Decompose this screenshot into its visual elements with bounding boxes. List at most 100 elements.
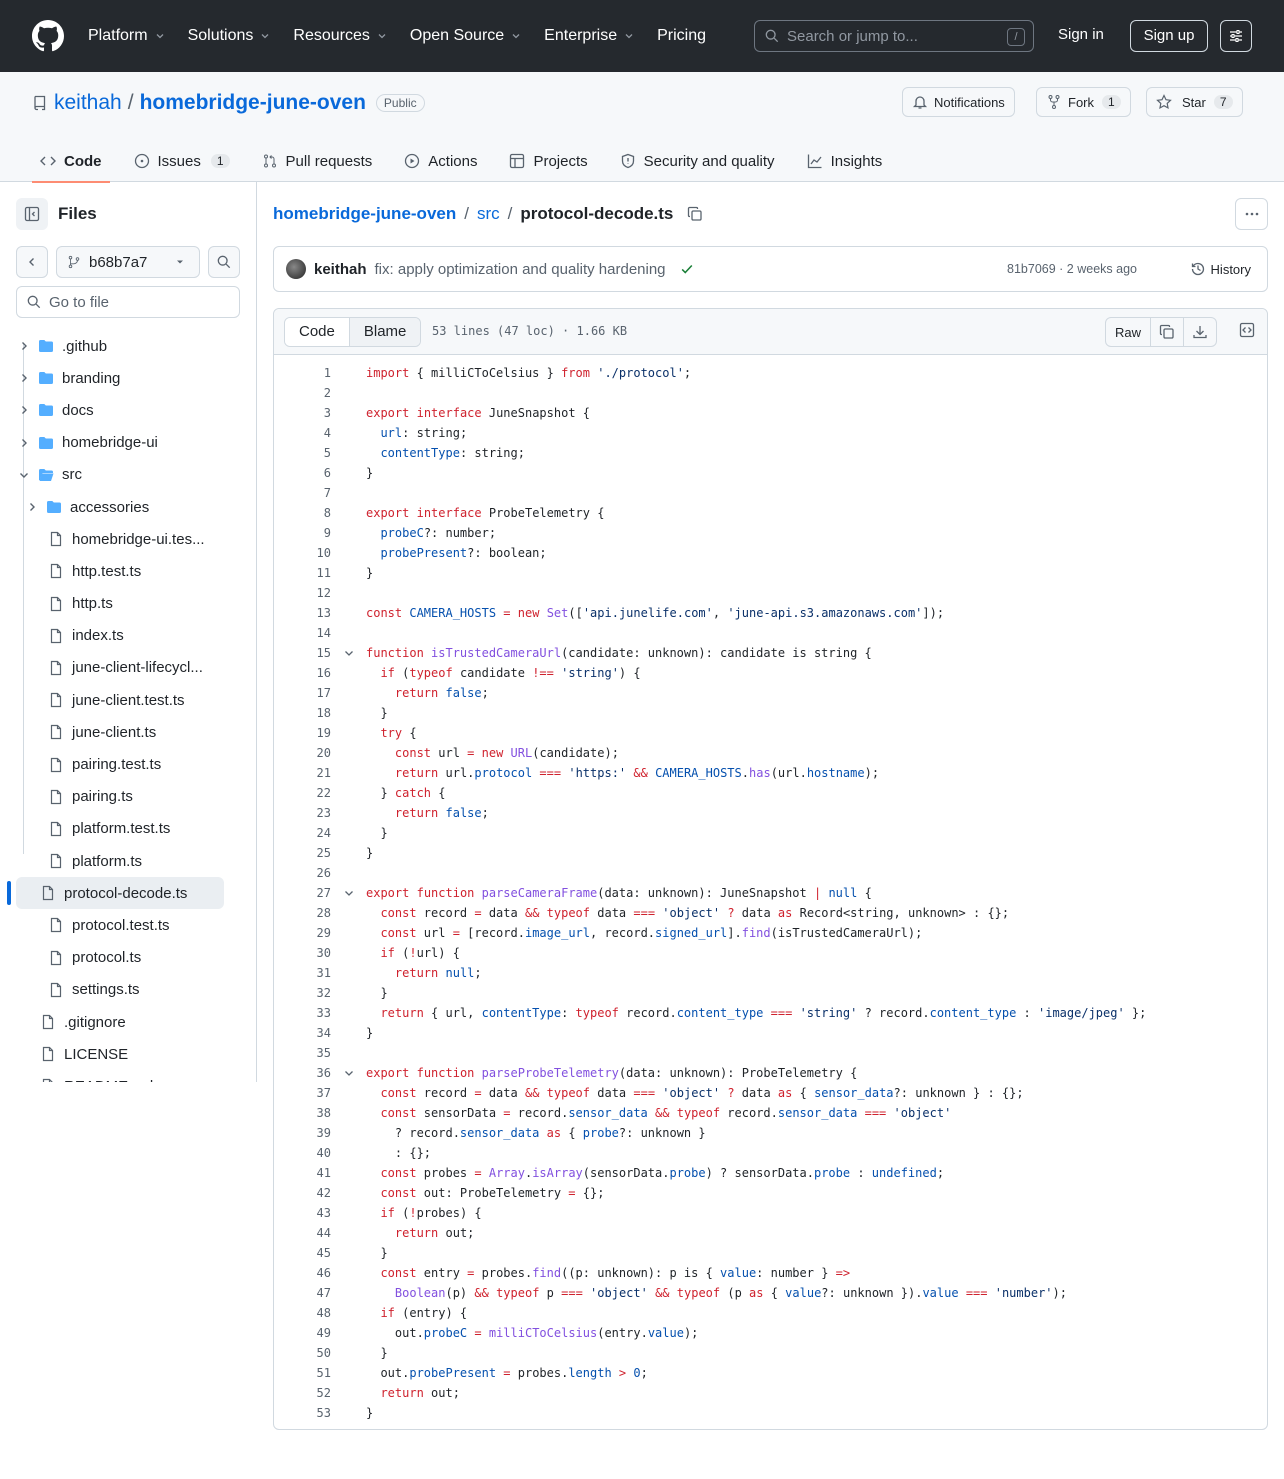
line-number[interactable]: 51	[274, 1363, 331, 1383]
line-number[interactable]: 21	[274, 763, 331, 783]
tab-pull-requests[interactable]: Pull requests	[254, 140, 381, 182]
line-number[interactable]: 43	[274, 1203, 331, 1223]
line-number[interactable]: 32	[274, 983, 331, 1003]
settings-menu-button[interactable]	[1220, 20, 1252, 52]
line-number[interactable]: 26	[274, 863, 331, 883]
line-number[interactable]: 37	[274, 1083, 331, 1103]
line-number[interactable]: 9	[274, 523, 331, 543]
line-number[interactable]: 41	[274, 1163, 331, 1183]
tree-item-readme-md[interactable]: README.md	[0, 1070, 256, 1082]
tab-projects[interactable]: Projects	[501, 140, 595, 182]
back-button[interactable]	[16, 246, 48, 278]
tab-insights[interactable]: Insights	[799, 140, 891, 182]
nav-platform[interactable]: Platform	[88, 27, 166, 45]
copy-path-button[interactable]	[687, 206, 703, 222]
nav-resources[interactable]: Resources	[293, 27, 387, 45]
line-number[interactable]: 29	[274, 923, 331, 943]
tree-item-accessories[interactable]: accessories	[0, 491, 256, 523]
fork-button[interactable]: Fork 1	[1036, 87, 1131, 117]
avatar[interactable]	[286, 259, 306, 279]
line-number[interactable]: 18	[274, 703, 331, 723]
code-view[interactable]: 1 import { milliCToCelsius } from './prot…	[274, 363, 1267, 1423]
line-number[interactable]: 14	[274, 623, 331, 643]
tree-item-pairing-ts[interactable]: pairing.ts	[0, 781, 256, 813]
chevron-right-icon[interactable]	[16, 404, 32, 416]
tree-item-index-ts[interactable]: index.ts	[0, 620, 256, 652]
line-number[interactable]: 44	[274, 1223, 331, 1243]
line-number[interactable]: 36	[274, 1063, 331, 1083]
breadcrumb-repo-link[interactable]: homebridge-june-oven	[273, 204, 456, 224]
line-number[interactable]: 53	[274, 1403, 331, 1423]
symbols-button[interactable]	[1239, 322, 1255, 338]
tree-item-protocol-ts[interactable]: protocol.ts	[0, 942, 256, 974]
fold-chevron-icon[interactable]	[331, 643, 366, 663]
line-number[interactable]: 40	[274, 1143, 331, 1163]
repo-name-link[interactable]: homebridge-june-oven	[140, 91, 366, 115]
line-number[interactable]: 8	[274, 503, 331, 523]
tab-code[interactable]: Code	[32, 140, 110, 183]
history-button[interactable]: History	[1190, 261, 1251, 277]
line-number[interactable]: 23	[274, 803, 331, 823]
line-number[interactable]: 30	[274, 943, 331, 963]
line-number[interactable]: 10	[274, 543, 331, 563]
line-number[interactable]: 19	[274, 723, 331, 743]
tree-item-june-client-test-ts[interactable]: june-client.test.ts	[0, 684, 256, 716]
nav-open-source[interactable]: Open Source	[410, 27, 522, 45]
line-number[interactable]: 6	[274, 463, 331, 483]
chevron-right-icon[interactable]	[24, 501, 40, 513]
line-number[interactable]: 50	[274, 1343, 331, 1363]
code-view-button[interactable]: Code	[285, 318, 350, 346]
line-number[interactable]: 22	[274, 783, 331, 803]
line-number[interactable]: 49	[274, 1323, 331, 1343]
line-number[interactable]: 46	[274, 1263, 331, 1283]
line-number[interactable]: 12	[274, 583, 331, 603]
line-number[interactable]: 1	[274, 363, 331, 383]
line-number[interactable]: 7	[274, 483, 331, 503]
line-number[interactable]: 17	[274, 683, 331, 703]
line-number[interactable]: 42	[274, 1183, 331, 1203]
line-number[interactable]: 52	[274, 1383, 331, 1403]
line-number[interactable]: 25	[274, 843, 331, 863]
blame-view-button[interactable]: Blame	[349, 318, 421, 346]
sign-up-button[interactable]: Sign up	[1130, 20, 1208, 52]
tree-item-license[interactable]: LICENSE	[0, 1038, 256, 1070]
fold-chevron-icon[interactable]	[331, 883, 366, 903]
line-number[interactable]: 27	[274, 883, 331, 903]
tree-item-protocol-test-ts[interactable]: protocol.test.ts	[0, 909, 256, 941]
chevron-down-icon[interactable]	[16, 469, 32, 481]
tree-item-homebridge-ui[interactable]: homebridge-ui	[0, 427, 256, 459]
line-number[interactable]: 15	[274, 643, 331, 663]
commit-meta[interactable]: 81b7069 · 2 weeks ago	[1007, 262, 1137, 276]
line-number[interactable]: 38	[274, 1103, 331, 1123]
commit-message[interactable]: fix: apply optimization and quality hard…	[375, 261, 666, 278]
tree-item-docs[interactable]: docs	[0, 394, 256, 426]
tree-item-protocol-decode-ts[interactable]: protocol-decode.ts	[7, 877, 224, 910]
github-logo-icon[interactable]	[32, 20, 64, 52]
tree-item-github[interactable]: .github	[0, 330, 256, 362]
raw-button[interactable]: Raw	[1106, 318, 1151, 346]
line-number[interactable]: 2	[274, 383, 331, 403]
tab-security[interactable]: Security and quality	[612, 140, 783, 182]
download-button[interactable]	[1184, 318, 1216, 346]
tab-actions[interactable]: Actions	[396, 140, 485, 182]
line-number[interactable]: 11	[274, 563, 331, 583]
copy-raw-button[interactable]	[1151, 318, 1184, 346]
tree-item-http-ts[interactable]: http.ts	[0, 588, 256, 620]
more-options-button[interactable]	[1235, 198, 1268, 230]
line-number[interactable]: 48	[274, 1303, 331, 1323]
line-number[interactable]: 39	[274, 1123, 331, 1143]
line-number[interactable]: 45	[274, 1243, 331, 1263]
tree-item-june-client-ts[interactable]: june-client.ts	[0, 716, 256, 748]
line-number[interactable]: 28	[274, 903, 331, 923]
tree-item-gitignore[interactable]: .gitignore	[0, 1006, 256, 1038]
repo-owner-link[interactable]: keithah	[54, 91, 122, 115]
breadcrumb-dir-link[interactable]: src	[477, 204, 500, 224]
line-number[interactable]: 31	[274, 963, 331, 983]
go-to-file-input[interactable]: Go to file	[16, 286, 240, 318]
commit-author[interactable]: keithah	[314, 261, 367, 278]
branch-selector[interactable]: b68b7a7	[56, 246, 200, 278]
fold-chevron-icon[interactable]	[331, 1063, 366, 1083]
tree-item-src[interactable]: src	[0, 459, 256, 491]
tree-item-settings-ts[interactable]: settings.ts	[0, 974, 256, 1006]
tree-item-homebridge-ui-tes[interactable]: homebridge-ui.tes...	[0, 523, 256, 555]
